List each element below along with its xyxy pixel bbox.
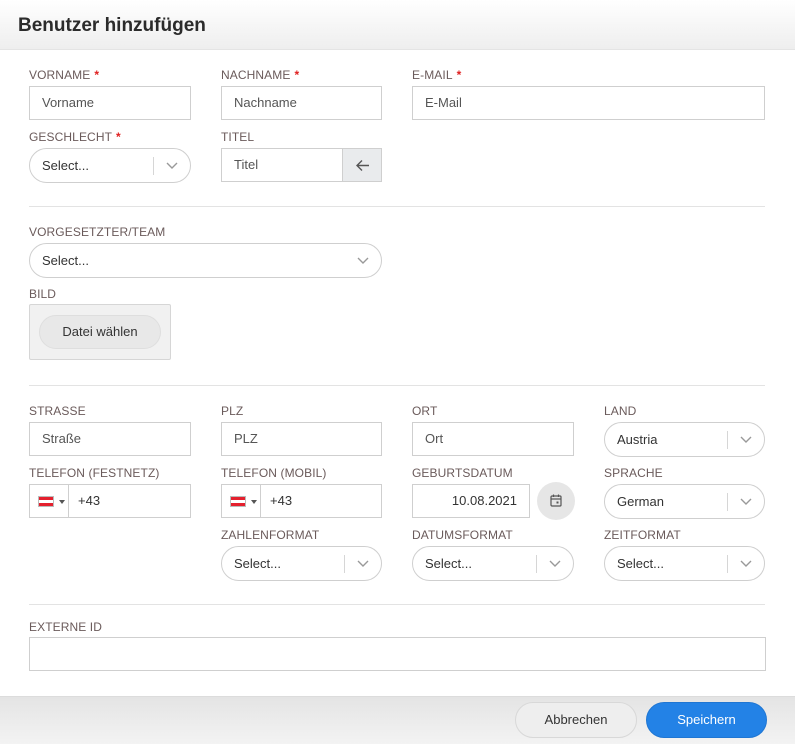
vorname-label: VORNAME *: [29, 68, 100, 82]
datumsformat-select[interactable]: Select...: [412, 546, 574, 581]
dialog-title: Benutzer hinzufügen: [18, 15, 206, 36]
ort-input[interactable]: Ort: [412, 422, 574, 456]
section-divider: [29, 604, 765, 605]
image-upload-area: Datei wählen: [29, 304, 171, 360]
austria-flag-icon: [38, 496, 54, 507]
caret-down-icon: [251, 500, 257, 504]
chevron-down-icon: [740, 498, 752, 505]
strasse-label: STRASSE: [29, 404, 86, 418]
titel-input[interactable]: Titel: [221, 148, 343, 182]
sprache-select[interactable]: German: [604, 484, 765, 519]
land-select[interactable]: Austria: [604, 422, 765, 457]
austria-flag-icon: [230, 496, 246, 507]
chevron-down-icon: [357, 257, 369, 264]
externe-id-input[interactable]: [29, 637, 766, 671]
telefon-mobil-input[interactable]: +43: [221, 484, 382, 518]
required-marker: *: [94, 68, 100, 82]
vorgesetzter-label: VORGESETZTER/TEAM: [29, 225, 166, 239]
land-label: LAND: [604, 404, 637, 418]
zahlenformat-select[interactable]: Select...: [221, 546, 382, 581]
add-user-dialog: Benutzer hinzufügen VORNAME * Vorname NAC…: [0, 0, 795, 744]
nachname-input[interactable]: Nachname: [221, 86, 382, 120]
vorname-input[interactable]: Vorname: [29, 86, 191, 120]
zahlenformat-label: ZAHLENFORMAT: [221, 528, 320, 542]
titel-label: TITEL: [221, 130, 255, 144]
zeitformat-label: ZEITFORMAT: [604, 528, 681, 542]
ort-label: ORT: [412, 404, 438, 418]
section-divider: [29, 385, 765, 386]
required-marker: *: [116, 130, 121, 144]
geschlecht-label: GESCHLECHT *: [29, 130, 121, 144]
nachname-label: NACHNAME *: [221, 68, 300, 82]
chevron-down-icon: [549, 560, 561, 567]
cancel-button[interactable]: Abbrechen: [515, 702, 637, 738]
required-marker: *: [294, 68, 300, 82]
telefon-mobil-label: TELEFON (MOBIL): [221, 466, 327, 480]
dialog-header: Benutzer hinzufügen: [0, 0, 795, 50]
required-marker: *: [456, 68, 462, 82]
plz-input[interactable]: PLZ: [221, 422, 382, 456]
chevron-down-icon: [357, 560, 369, 567]
chevron-down-icon: [166, 162, 178, 169]
chevron-down-icon: [740, 560, 752, 567]
caret-down-icon: [59, 500, 65, 504]
zeitformat-select[interactable]: Select...: [604, 546, 765, 581]
titel-apply-button[interactable]: [342, 148, 382, 182]
email-input[interactable]: E-Mail: [412, 86, 765, 120]
strasse-input[interactable]: Straße: [29, 422, 191, 456]
sprache-label: SPRACHE: [604, 466, 663, 480]
email-label: E-MAIL *: [412, 68, 462, 82]
vorgesetzter-select[interactable]: Select...: [29, 243, 382, 278]
geburtsdatum-label: GEBURTSDATUM: [412, 466, 513, 480]
telefon-festnetz-input[interactable]: +43: [29, 484, 191, 518]
arrow-left-icon: [356, 160, 369, 171]
externe-id-label: EXTERNE ID: [29, 620, 103, 634]
calendar-button[interactable]: [537, 482, 575, 520]
section-divider: [29, 206, 765, 207]
bild-label: BILD: [29, 287, 57, 301]
telefon-festnetz-label: TELEFON (FESTNETZ): [29, 466, 160, 480]
geschlecht-select[interactable]: Select...: [29, 148, 191, 183]
geburtsdatum-input[interactable]: 10.08.2021: [412, 484, 530, 518]
country-code-select[interactable]: [30, 485, 69, 517]
calendar-icon: [550, 494, 562, 507]
save-button[interactable]: Speichern: [646, 702, 767, 738]
chevron-down-icon: [740, 436, 752, 443]
datumsformat-label: DATUMSFORMAT: [412, 528, 513, 542]
country-code-select[interactable]: [222, 485, 261, 517]
choose-file-button[interactable]: Datei wählen: [39, 315, 161, 349]
plz-label: PLZ: [221, 404, 244, 418]
